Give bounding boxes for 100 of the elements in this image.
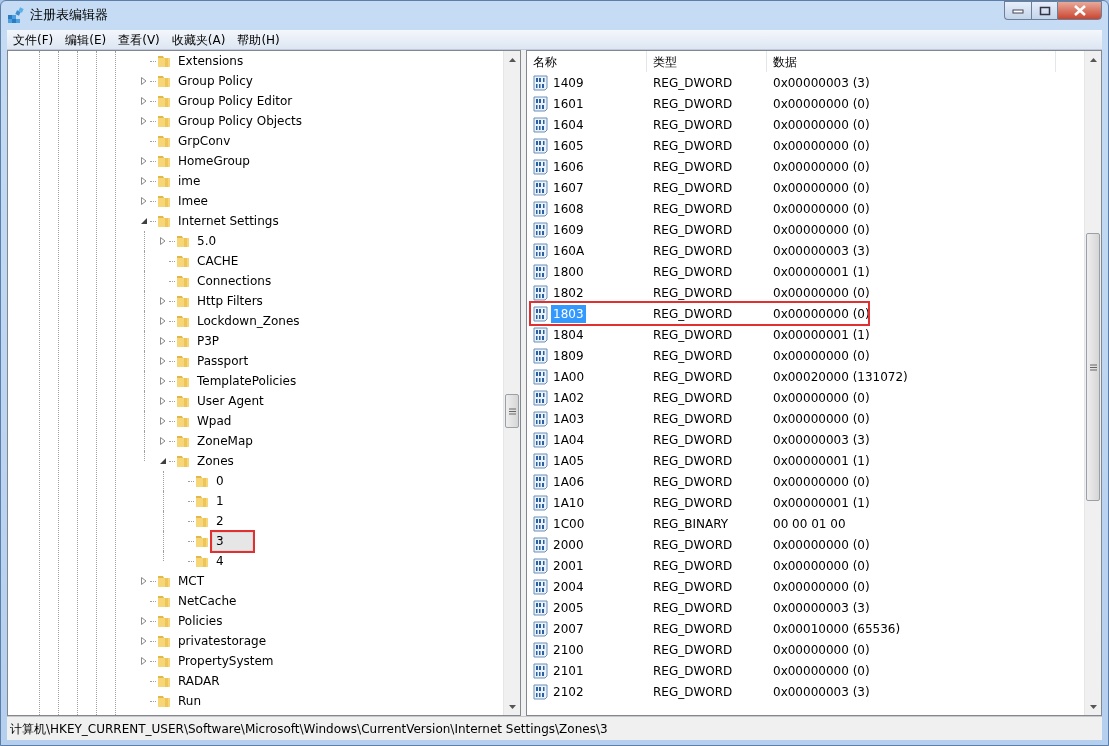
tree-item[interactable]: 4 bbox=[212, 551, 228, 571]
collapse-icon[interactable] bbox=[140, 217, 148, 225]
value-name[interactable]: 1605 bbox=[551, 136, 586, 155]
tree-item[interactable]: 1 bbox=[212, 491, 228, 511]
expand-icon[interactable] bbox=[140, 637, 148, 645]
expand-icon[interactable] bbox=[140, 97, 148, 105]
value-name[interactable]: 2001 bbox=[551, 556, 586, 575]
value-data: 0x00000000 (0) bbox=[772, 641, 871, 659]
status-bar: 计算机\HKEY_CURRENT_USER\Software\Microsoft\Windows\CurrentVersion\Internet Settings\Zones\3 bbox=[7, 716, 1102, 740]
value-name[interactable]: 1A05 bbox=[551, 451, 587, 470]
value-name[interactable]: 1A03 bbox=[551, 409, 587, 428]
value-name[interactable]: 1C00 bbox=[551, 514, 587, 533]
value-name[interactable]: 1A02 bbox=[551, 388, 587, 407]
expand-icon[interactable] bbox=[140, 617, 148, 625]
column-header[interactable]: 类型 bbox=[647, 51, 767, 72]
tree-item[interactable]: Zones bbox=[193, 451, 238, 471]
value-name[interactable]: 1809 bbox=[551, 346, 586, 365]
tree-item[interactable]: NetCache bbox=[174, 591, 241, 611]
expand-icon[interactable] bbox=[159, 237, 167, 245]
value-name[interactable]: 1601 bbox=[551, 94, 586, 113]
tree-item[interactable]: Extensions bbox=[174, 51, 248, 71]
expand-icon[interactable] bbox=[140, 197, 148, 205]
value-name[interactable]: 1607 bbox=[551, 178, 586, 197]
expand-icon[interactable] bbox=[159, 357, 167, 365]
tree-item[interactable]: 0 bbox=[212, 471, 228, 491]
tree-item[interactable]: ime bbox=[174, 171, 205, 191]
expand-icon[interactable] bbox=[140, 117, 148, 125]
tree-item[interactable]: Passport bbox=[193, 351, 253, 371]
value-name[interactable]: 160A bbox=[551, 241, 587, 260]
tree-item[interactable]: PropertySystem bbox=[174, 651, 278, 671]
tree-item[interactable]: Internet Settings bbox=[174, 211, 283, 231]
menu-item[interactable]: 编辑(E) bbox=[59, 30, 113, 49]
expand-icon[interactable] bbox=[159, 377, 167, 385]
expand-icon[interactable] bbox=[159, 437, 167, 445]
value-name[interactable]: 1804 bbox=[551, 325, 586, 344]
menu-item[interactable]: 文件(F) bbox=[7, 30, 60, 49]
value-name[interactable]: 2000 bbox=[551, 535, 586, 554]
column-header[interactable]: 数据 bbox=[767, 51, 1056, 72]
expand-icon[interactable] bbox=[159, 297, 167, 305]
tree-item[interactable]: ZoneMap bbox=[193, 431, 257, 451]
tree-item[interactable]: Http Filters bbox=[193, 291, 267, 311]
scrollbar-thumb[interactable] bbox=[1086, 233, 1100, 501]
value-name[interactable]: 1A04 bbox=[551, 430, 587, 449]
value-name[interactable]: 1802 bbox=[551, 283, 586, 302]
tree-item[interactable]: Wpad bbox=[193, 411, 236, 431]
column-header[interactable]: 名称 bbox=[527, 51, 647, 72]
tree-item[interactable]: 2 bbox=[212, 511, 228, 531]
value-name[interactable]: 1A06 bbox=[551, 472, 587, 491]
expand-icon[interactable] bbox=[140, 77, 148, 85]
collapse-icon[interactable] bbox=[159, 457, 167, 465]
value-name[interactable]: 1409 bbox=[551, 73, 586, 92]
value-type: REG_DWORD bbox=[652, 389, 734, 407]
expand-icon[interactable] bbox=[140, 157, 148, 165]
value-name[interactable]: 2101 bbox=[551, 661, 586, 680]
tree-item[interactable]: CACHE bbox=[193, 251, 243, 271]
tree-item[interactable]: Imee bbox=[174, 191, 212, 211]
menu-item[interactable]: 帮助(H) bbox=[231, 30, 286, 49]
value-name[interactable]: 1800 bbox=[551, 262, 586, 281]
tree-item[interactable]: Group Policy bbox=[174, 71, 257, 91]
tree-item[interactable]: User Agent bbox=[193, 391, 268, 411]
tree-item[interactable]: P3P bbox=[193, 331, 224, 351]
close-button[interactable] bbox=[1057, 1, 1102, 20]
value-name[interactable]: 1A00 bbox=[551, 367, 587, 386]
expand-icon[interactable] bbox=[140, 177, 148, 185]
expand-icon[interactable] bbox=[159, 337, 167, 345]
expand-icon[interactable] bbox=[159, 317, 167, 325]
value-name[interactable]: 1A10 bbox=[551, 493, 587, 512]
tree-item[interactable]: Group Policy Objects bbox=[174, 111, 306, 131]
value-name[interactable]: 2102 bbox=[551, 682, 586, 701]
menu-item[interactable]: 查看(V) bbox=[112, 30, 166, 49]
tree-item[interactable]: privatestorage bbox=[174, 631, 270, 651]
tree-item[interactable]: Group Policy Editor bbox=[174, 91, 297, 111]
value-name[interactable]: 1608 bbox=[551, 199, 586, 218]
value-name[interactable]: 1609 bbox=[551, 220, 586, 239]
value-name[interactable]: 1606 bbox=[551, 157, 586, 176]
tree-item[interactable]: GrpConv bbox=[174, 131, 235, 151]
value-name[interactable]: 2007 bbox=[551, 619, 586, 638]
tree-item[interactable]: 3 bbox=[212, 531, 253, 551]
tree-item[interactable]: Lockdown_Zones bbox=[193, 311, 304, 331]
value-name[interactable]: 1604 bbox=[551, 115, 586, 134]
expand-icon[interactable] bbox=[140, 577, 148, 585]
scrollbar-thumb[interactable] bbox=[505, 394, 519, 428]
binary-value-icon bbox=[533, 452, 549, 469]
tree-item[interactable]: Policies bbox=[174, 611, 227, 631]
maximize-button[interactable] bbox=[1031, 1, 1057, 20]
tree-item[interactable]: TemplatePolicies bbox=[193, 371, 301, 391]
expand-icon[interactable] bbox=[159, 397, 167, 405]
tree-item[interactable]: Run bbox=[174, 691, 205, 711]
tree-item[interactable]: Connections bbox=[193, 271, 276, 291]
value-name[interactable]: 2100 bbox=[551, 640, 586, 659]
expand-icon[interactable] bbox=[140, 657, 148, 665]
value-name[interactable]: 2004 bbox=[551, 577, 586, 596]
tree-item[interactable]: MCT bbox=[174, 571, 209, 591]
expand-icon[interactable] bbox=[159, 417, 167, 425]
window-title: 注册表编辑器 bbox=[30, 6, 108, 25]
menu-item[interactable]: 收藏夹(A) bbox=[165, 30, 232, 49]
tree-item[interactable]: 5.0 bbox=[193, 231, 221, 251]
tree-item[interactable]: RADAR bbox=[174, 671, 224, 691]
value-name[interactable]: 2005 bbox=[551, 598, 586, 617]
tree-item[interactable]: HomeGroup bbox=[174, 151, 254, 171]
